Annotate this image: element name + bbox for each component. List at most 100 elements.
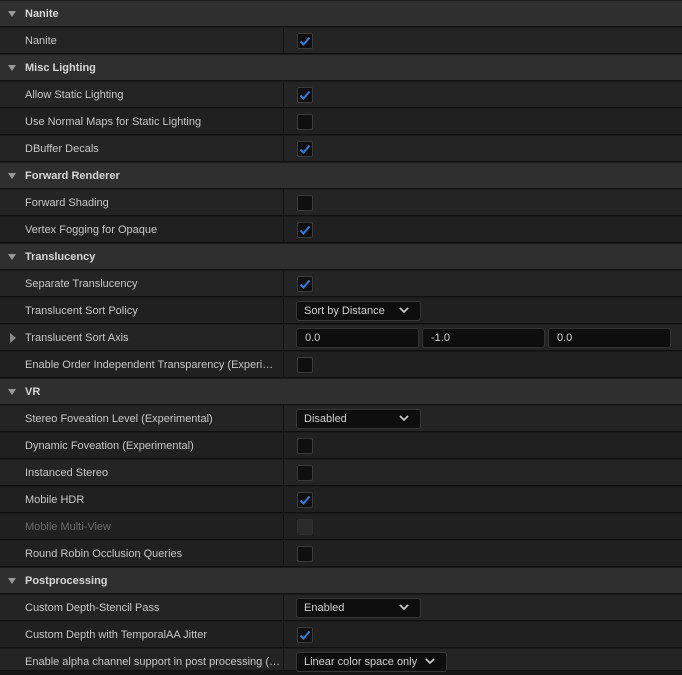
property-row-stereo-foveation-level: Stereo Foveation Level (Experimental) Di… <box>0 406 682 432</box>
caret-down-icon[interactable] <box>8 11 16 17</box>
vertex-fogging-checkbox[interactable] <box>297 222 313 238</box>
column-divider[interactable] <box>283 325 284 351</box>
category-title: VR <box>25 386 41 398</box>
chevron-down-icon <box>399 307 409 314</box>
property-label: Vertex Fogging for Opaque <box>25 224 158 236</box>
property-label: Allow Static Lighting <box>25 89 124 101</box>
category-translucency[interactable]: Translucency <box>0 244 682 270</box>
dropdown-value: Linear color space only <box>304 656 418 668</box>
instanced-stereo-checkbox[interactable] <box>297 465 313 481</box>
property-label: Translucent Sort Axis <box>25 332 129 344</box>
alpha-channel-post-processing-dropdown[interactable]: Linear color space only <box>296 652 447 672</box>
stereo-foveation-level-dropdown[interactable]: Disabled <box>296 409 421 429</box>
property-label: Translucent Sort Policy <box>25 305 138 317</box>
property-row-translucent-sort-policy: Translucent Sort Policy Sort by Distance <box>0 298 682 324</box>
column-divider[interactable] <box>283 649 284 675</box>
dropdown-value: Sort by Distance <box>304 305 385 317</box>
nanite-checkbox[interactable] <box>297 33 313 49</box>
category-postprocessing[interactable]: Postprocessing <box>0 568 682 594</box>
round-robin-occlusion-checkbox[interactable] <box>297 546 313 562</box>
property-label: Enable alpha channel support in post pro… <box>25 656 280 668</box>
separate-translucency-checkbox[interactable] <box>297 276 313 292</box>
caret-down-icon[interactable] <box>8 65 16 71</box>
property-label: Use Normal Maps for Static Lighting <box>25 116 202 128</box>
mobile-multi-view-checkbox <box>297 519 313 535</box>
category-nanite[interactable]: Nanite <box>0 1 682 27</box>
chevron-down-icon <box>399 604 409 611</box>
category-vr[interactable]: VR <box>0 379 682 405</box>
sort-axis-z-input[interactable]: 0.0 <box>548 328 671 348</box>
column-divider[interactable] <box>283 298 284 324</box>
property-label: Forward Shading <box>25 197 109 209</box>
caret-down-icon[interactable] <box>8 254 16 260</box>
sort-axis-y-value: -1.0 <box>431 332 450 344</box>
column-divider[interactable] <box>283 352 284 378</box>
property-row-dynamic-foveation: Dynamic Foveation (Experimental) <box>0 433 682 459</box>
property-row-round-robin-occlusion: Round Robin Occlusion Queries <box>0 541 682 567</box>
property-label: Custom Depth with TemporalAA Jitter <box>25 629 207 641</box>
translucent-sort-policy-dropdown[interactable]: Sort by Distance <box>296 301 421 321</box>
property-row-custom-depth-temporal-aa-jitter: Custom Depth with TemporalAA Jitter <box>0 622 682 648</box>
mobile-hdr-checkbox[interactable] <box>297 492 313 508</box>
checkmark-icon <box>299 36 311 46</box>
checkmark-icon <box>299 495 311 505</box>
column-divider[interactable] <box>283 622 284 648</box>
details-panel: Nanite Nanite Misc Lighting Allow Static… <box>0 0 682 675</box>
column-divider[interactable] <box>283 82 284 108</box>
dropdown-value: Disabled <box>304 413 347 425</box>
dynamic-foveation-checkbox[interactable] <box>297 438 313 454</box>
property-label: Mobile Multi-View <box>25 521 111 533</box>
column-divider[interactable] <box>283 28 284 54</box>
dropdown-value: Enabled <box>304 602 345 614</box>
property-row-forward-shading: Forward Shading <box>0 190 682 216</box>
column-divider[interactable] <box>283 595 284 621</box>
caret-down-icon[interactable] <box>8 389 16 395</box>
custom-depth-stencil-pass-dropdown[interactable]: Enabled <box>296 598 421 618</box>
column-divider[interactable] <box>283 136 284 162</box>
property-label: Separate Translucency <box>25 278 138 290</box>
sort-axis-z-value: 0.0 <box>557 332 573 344</box>
property-label: Instanced Stereo <box>25 467 109 479</box>
property-row-mobile-hdr: Mobile HDR <box>0 487 682 513</box>
column-divider[interactable] <box>283 406 284 432</box>
property-label: Custom Depth-Stencil Pass <box>25 602 160 614</box>
property-label: Dynamic Foveation (Experimental) <box>25 440 194 452</box>
use-normal-maps-checkbox[interactable] <box>297 114 313 130</box>
sort-axis-x-input[interactable]: 0.0 <box>296 328 419 348</box>
dbuffer-decals-checkbox[interactable] <box>297 141 313 157</box>
category-forward-renderer[interactable]: Forward Renderer <box>0 163 682 189</box>
custom-depth-temporal-aa-jitter-checkbox[interactable] <box>297 627 313 643</box>
column-divider[interactable] <box>283 271 284 297</box>
property-label: Nanite <box>25 35 57 47</box>
column-divider[interactable] <box>283 541 284 567</box>
property-row-order-independent-transparency: Enable Order Independent Transparency (E… <box>0 352 682 378</box>
column-divider[interactable] <box>283 109 284 135</box>
property-row-allow-static-lighting: Allow Static Lighting <box>0 82 682 108</box>
column-divider[interactable] <box>283 487 284 513</box>
order-independent-transparency-checkbox[interactable] <box>297 357 313 373</box>
column-divider[interactable] <box>283 460 284 486</box>
category-title: Translucency <box>25 251 96 263</box>
checkmark-icon <box>299 90 311 100</box>
sort-axis-x-value: 0.0 <box>305 332 321 344</box>
sort-axis-y-input[interactable]: -1.0 <box>422 328 545 348</box>
property-row-vertex-fogging: Vertex Fogging for Opaque <box>0 217 682 243</box>
property-row-translucent-sort-axis: Translucent Sort Axis 0.0 -1.0 0.0 <box>0 325 682 351</box>
allow-static-lighting-checkbox[interactable] <box>297 87 313 103</box>
column-divider[interactable] <box>283 433 284 459</box>
category-title: Nanite <box>25 8 59 20</box>
property-row-separate-translucency: Separate Translucency <box>0 271 682 297</box>
caret-down-icon[interactable] <box>8 173 16 179</box>
column-divider[interactable] <box>283 514 284 540</box>
chevron-down-icon <box>425 658 435 665</box>
column-divider[interactable] <box>283 217 284 243</box>
forward-shading-checkbox[interactable] <box>297 195 313 211</box>
property-row-mobile-multi-view: Mobile Multi-View <box>0 514 682 540</box>
caret-right-icon[interactable] <box>10 333 16 343</box>
property-row-instanced-stereo: Instanced Stereo <box>0 460 682 486</box>
property-label: Enable Order Independent Transparency (E… <box>25 359 280 371</box>
caret-down-icon[interactable] <box>8 578 16 584</box>
column-divider[interactable] <box>283 190 284 216</box>
category-misc-lighting[interactable]: Misc Lighting <box>0 55 682 81</box>
property-label: Stereo Foveation Level (Experimental) <box>25 413 213 425</box>
